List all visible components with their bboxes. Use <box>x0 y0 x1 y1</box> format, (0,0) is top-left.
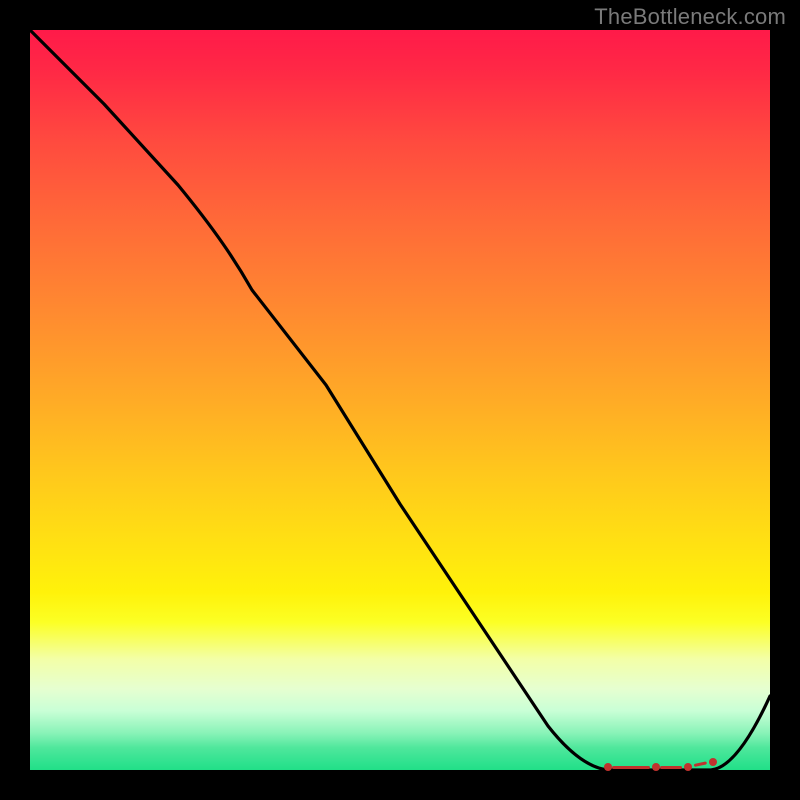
marker-dot <box>604 763 612 771</box>
marker-dot <box>652 763 660 771</box>
marker-dot <box>709 758 717 766</box>
marker-dot <box>684 763 692 771</box>
marker-dash <box>660 766 682 769</box>
plot-area <box>30 30 770 770</box>
marker-dash <box>612 766 650 769</box>
highlight-markers <box>30 30 770 770</box>
watermark-text: TheBottleneck.com <box>594 4 786 30</box>
marker-dash <box>694 761 707 767</box>
chart-page: TheBottleneck.com <box>0 0 800 800</box>
